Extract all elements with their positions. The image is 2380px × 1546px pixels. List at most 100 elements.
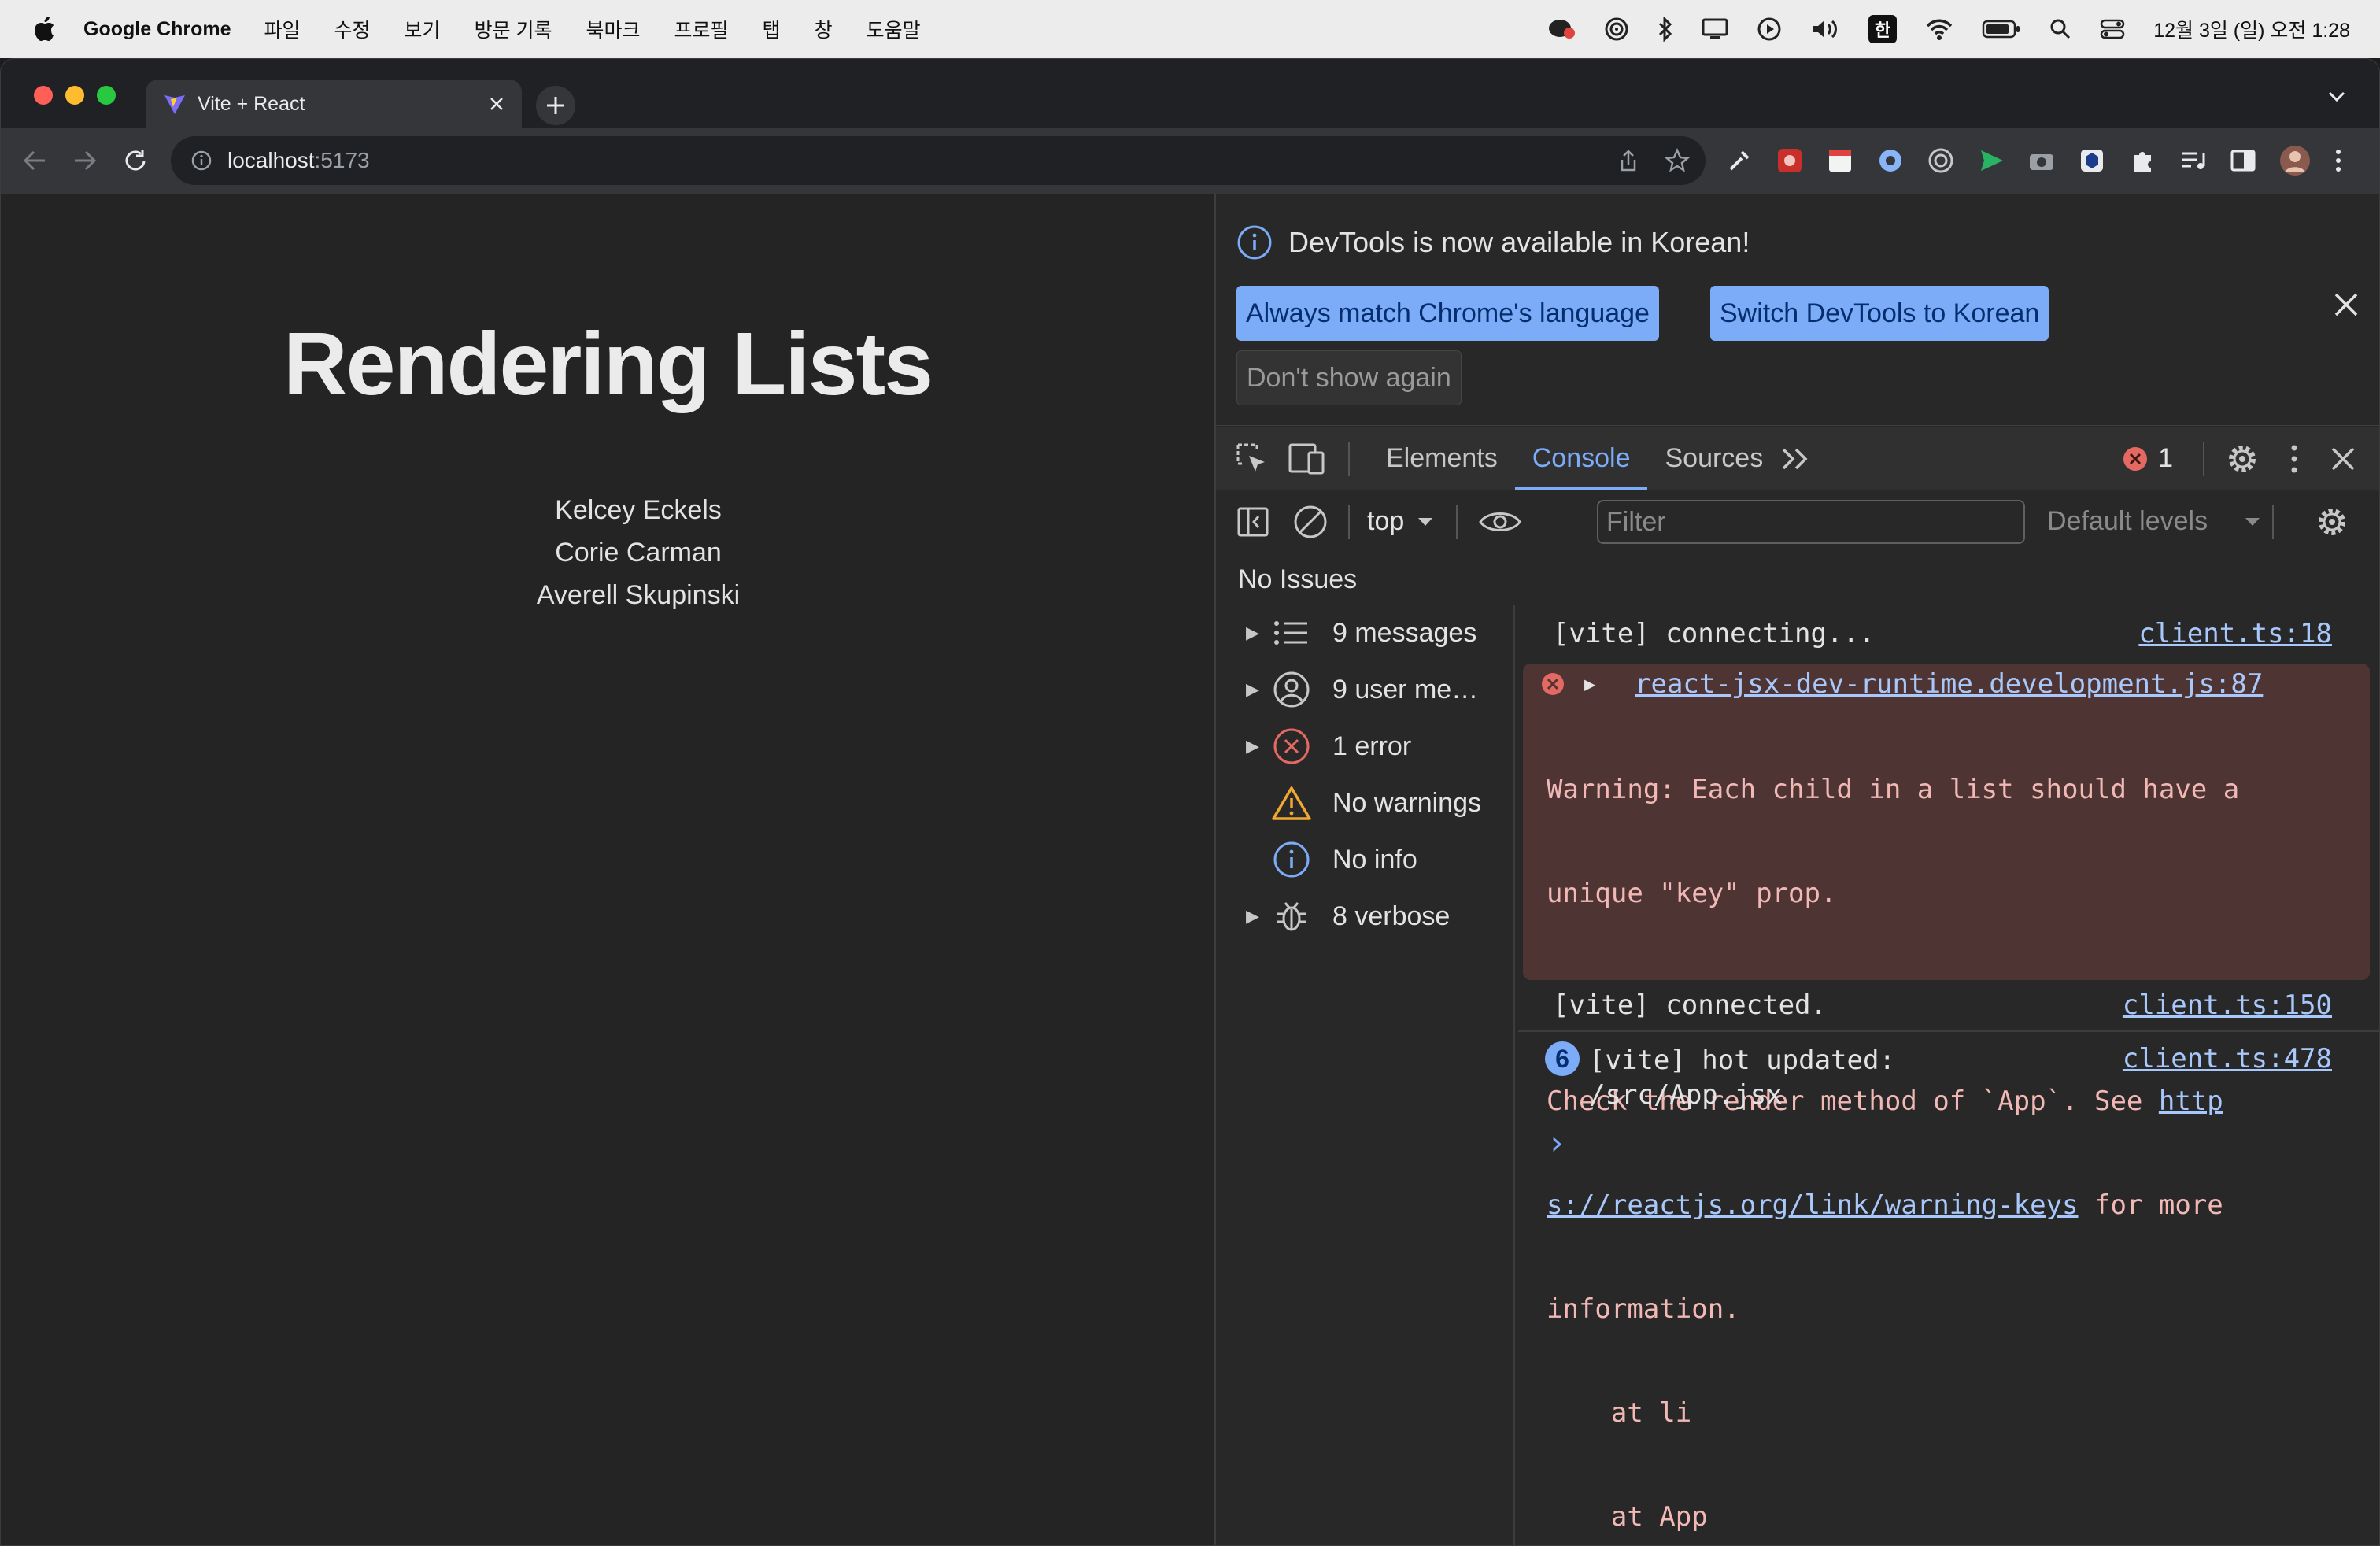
menu-help[interactable]: 도움말 bbox=[867, 15, 921, 43]
menu-window[interactable]: 창 bbox=[815, 15, 833, 43]
close-tab-icon[interactable] bbox=[489, 96, 504, 112]
sidebar-item-label: 9 user me… bbox=[1332, 674, 1479, 705]
source-link[interactable]: client.ts:150 bbox=[2123, 989, 2332, 1021]
new-tab-button[interactable] bbox=[536, 86, 575, 125]
expand-triangle-icon[interactable]: ▶ bbox=[1246, 679, 1268, 700]
target-extension-icon[interactable] bbox=[1926, 144, 1956, 177]
menu-view[interactable]: 보기 bbox=[405, 15, 441, 43]
warning-keys-link[interactable]: s://reactjs.org/link/warning-keys bbox=[1547, 1189, 2079, 1221]
list-item: Corie Carman bbox=[555, 538, 722, 568]
share-icon[interactable] bbox=[1617, 149, 1639, 172]
live-expression-eye-icon[interactable] bbox=[1478, 508, 1522, 536]
address-bar[interactable]: localhost:5173 bbox=[171, 136, 1706, 185]
red-extension-icon[interactable] bbox=[1775, 144, 1805, 177]
tab-sources[interactable]: Sources bbox=[1647, 427, 1780, 490]
console-settings-gear-icon[interactable] bbox=[2315, 505, 2349, 539]
airdrop-icon[interactable] bbox=[1604, 17, 1629, 42]
notification-icon[interactable] bbox=[1547, 17, 1576, 41]
error-circle-icon bbox=[2122, 446, 2149, 472]
eyedropper-extension-icon[interactable] bbox=[1724, 144, 1754, 177]
camera-extension-icon[interactable] bbox=[2027, 144, 2057, 177]
expand-triangle-icon[interactable]: ▶ bbox=[1584, 673, 1595, 695]
play-icon[interactable] bbox=[1757, 17, 1782, 42]
error-source-link[interactable]: react-jsx-dev-runtime.development.js:87 bbox=[1635, 668, 2263, 700]
source-link[interactable]: client.ts:18 bbox=[2138, 618, 2332, 649]
devtools-menu-icon[interactable] bbox=[2289, 443, 2299, 475]
reload-icon[interactable] bbox=[122, 147, 149, 174]
datetime[interactable]: 12월 3일 (일) 오전 1:28 bbox=[2153, 15, 2350, 43]
app-name[interactable]: Google Chrome bbox=[83, 18, 231, 41]
console-filter-input[interactable]: Filter bbox=[1597, 500, 2025, 544]
sidebar-item-label: 9 messages bbox=[1332, 617, 1477, 648]
infobar-message: DevTools is now available in Korean! bbox=[1288, 226, 1750, 258]
sidebar-item-errors[interactable]: ▶ 1 error bbox=[1246, 719, 1411, 774]
tab-search-chevron-icon[interactable] bbox=[2327, 91, 2346, 103]
menu-bookmarks[interactable]: 북마크 bbox=[586, 15, 641, 43]
hex-extension-icon[interactable] bbox=[2077, 144, 2107, 177]
inspect-element-icon[interactable] bbox=[1235, 442, 1269, 476]
error-icon bbox=[1268, 727, 1315, 765]
context-selector[interactable]: top bbox=[1367, 506, 1404, 537]
minimize-window-button[interactable] bbox=[65, 86, 84, 105]
menu-profiles[interactable]: 프로필 bbox=[674, 15, 729, 43]
device-toolbar-icon[interactable] bbox=[1288, 442, 1325, 476]
bluetooth-icon[interactable] bbox=[1658, 17, 1673, 42]
browser-tab[interactable]: Vite + React bbox=[146, 80, 522, 128]
prompt-chevron: › bbox=[1547, 1123, 1567, 1162]
error-counter[interactable]: 1 bbox=[2122, 443, 2173, 474]
close-infobar-icon[interactable] bbox=[2334, 292, 2359, 317]
forward-arrow-icon[interactable] bbox=[72, 147, 98, 174]
menu-file[interactable]: 파일 bbox=[264, 15, 301, 43]
apple-icon[interactable] bbox=[28, 16, 60, 43]
sidebar-item-warnings[interactable]: No warnings bbox=[1246, 775, 1481, 830]
tab-console[interactable]: Console bbox=[1514, 427, 1648, 490]
log-levels-dropdown[interactable]: Default levels bbox=[2047, 506, 2208, 537]
circle-extension-icon[interactable] bbox=[1876, 144, 1905, 177]
spotlight-search-icon[interactable] bbox=[2049, 18, 2071, 40]
expand-triangle-icon[interactable]: ▶ bbox=[1246, 623, 1268, 643]
always-match-language-button[interactable]: Always match Chrome's language bbox=[1236, 286, 1659, 341]
dont-show-again-button[interactable]: Don't show again bbox=[1236, 350, 1462, 405]
calendar-extension-icon[interactable] bbox=[1825, 144, 1855, 177]
vite-favicon-icon bbox=[163, 92, 187, 116]
puzzle-extensions-icon[interactable] bbox=[2127, 144, 2157, 177]
stack-frame: at li bbox=[1547, 1397, 1692, 1429]
media-control-icon[interactable] bbox=[2178, 144, 2208, 177]
context-dropdown-icon[interactable] bbox=[1417, 516, 1434, 527]
battery-icon[interactable] bbox=[1982, 19, 2021, 39]
close-devtools-icon[interactable] bbox=[2330, 446, 2356, 472]
wifi-icon[interactable] bbox=[1925, 18, 1953, 40]
sidebar-item-info[interactable]: No info bbox=[1246, 832, 1417, 887]
profile-avatar[interactable] bbox=[2278, 144, 2312, 177]
input-source-indicator[interactable]: 한 bbox=[1868, 15, 1898, 43]
levels-dropdown-icon[interactable] bbox=[2244, 516, 2261, 527]
menu-history[interactable]: 방문 기록 bbox=[475, 15, 552, 43]
chrome-menu-icon[interactable] bbox=[2332, 144, 2345, 177]
side-panel-icon[interactable] bbox=[2228, 144, 2258, 177]
expand-triangle-icon[interactable]: ▶ bbox=[1246, 736, 1268, 756]
menu-tab[interactable]: 탭 bbox=[763, 15, 781, 43]
zoom-window-button[interactable] bbox=[97, 86, 116, 105]
console-prompt[interactable]: › bbox=[1518, 1123, 2379, 1171]
more-tabs-chevron-icon[interactable] bbox=[1780, 445, 1812, 473]
issues-status[interactable]: No Issues bbox=[1238, 564, 1357, 595]
sidebar-item-verbose[interactable]: ▶ 8 verbose bbox=[1246, 889, 1450, 944]
source-link[interactable]: client.ts:478 bbox=[2123, 1043, 2332, 1074]
clear-console-icon[interactable] bbox=[1293, 505, 1328, 539]
close-window-button[interactable] bbox=[34, 86, 53, 105]
display-icon[interactable] bbox=[1702, 17, 1728, 41]
volume-icon[interactable] bbox=[1810, 17, 1840, 41]
expand-triangle-icon[interactable]: ▶ bbox=[1246, 906, 1268, 926]
bookmark-star-icon[interactable] bbox=[1665, 148, 1690, 173]
back-arrow-icon[interactable] bbox=[21, 147, 48, 174]
send-extension-icon[interactable] bbox=[1976, 144, 2006, 177]
tab-elements[interactable]: Elements bbox=[1369, 427, 1515, 490]
sidebar-item-messages[interactable]: ▶ 9 messages bbox=[1246, 605, 1476, 660]
control-center-icon[interactable] bbox=[2100, 18, 2125, 40]
switch-to-korean-button[interactable]: Switch DevTools to Korean bbox=[1710, 286, 2049, 341]
settings-gear-icon[interactable] bbox=[2225, 442, 2260, 476]
sidebar-toggle-icon[interactable] bbox=[1236, 505, 1269, 538]
menu-edit[interactable]: 수정 bbox=[334, 15, 371, 43]
sidebar-item-user-messages[interactable]: ▶ 9 user me… bbox=[1246, 662, 1478, 717]
site-info-icon[interactable] bbox=[191, 150, 212, 171]
